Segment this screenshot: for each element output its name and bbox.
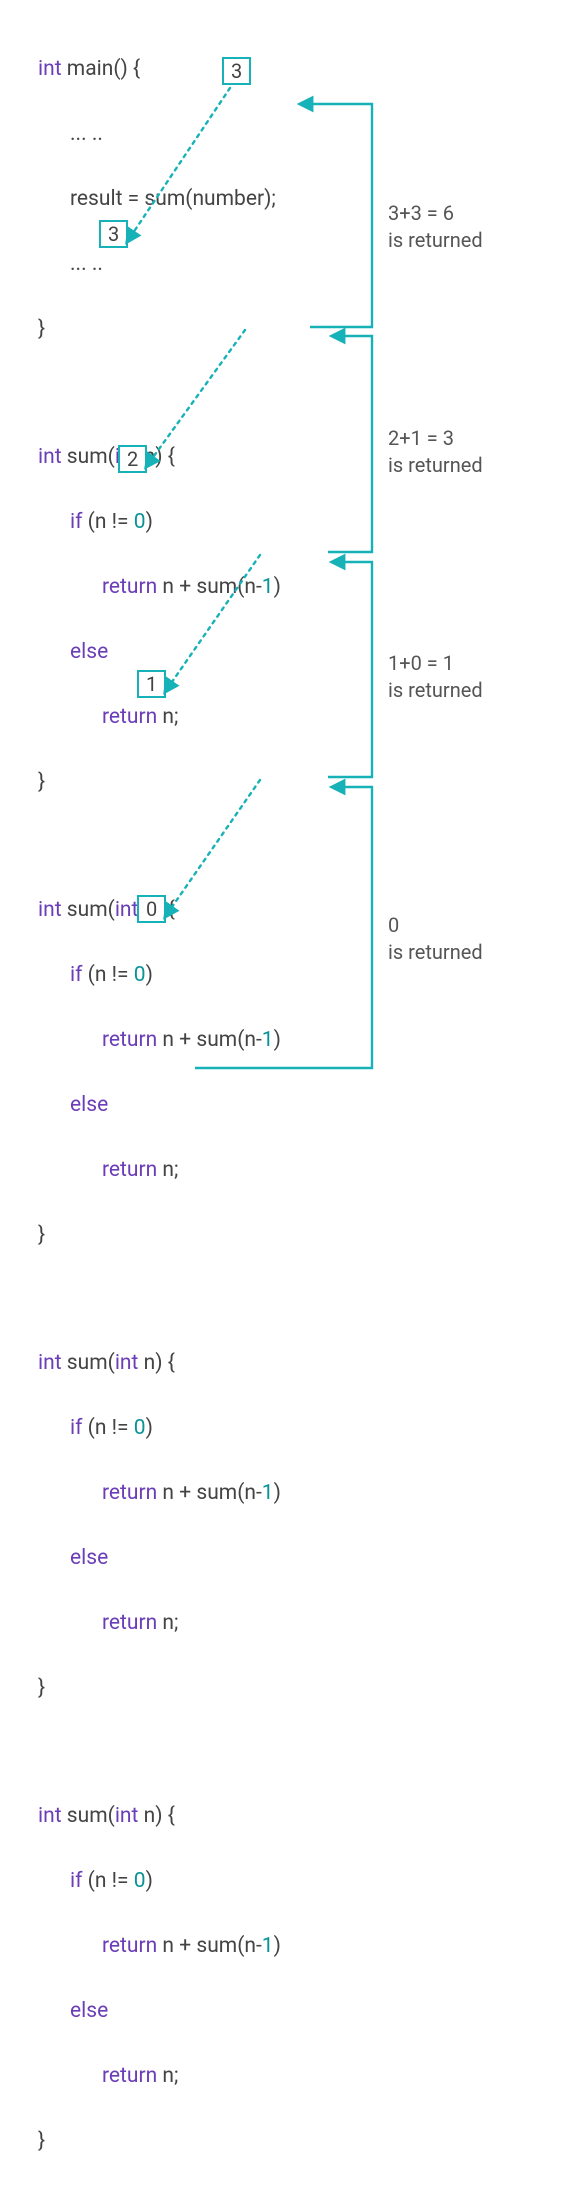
box-top: 3 — [222, 57, 251, 85]
txt-dots2: ... .. — [38, 248, 103, 281]
annotation-3: 1+0 = 1 is returned — [388, 650, 483, 704]
txt-dots: ... .. — [38, 118, 103, 151]
code-sum-3: int sum(int n) { if (n != 0) return n + … — [38, 1314, 571, 1737]
txt-result-lhs: result = — [70, 187, 144, 211]
txt-close-main: } — [38, 317, 45, 341]
kw-int: int — [38, 57, 62, 81]
code-sum-2: int sum(int n) { if (n != 0) return n + … — [38, 861, 571, 1284]
annotation-2: 2+1 = 3 is returned — [388, 425, 483, 479]
code-main: int main() { ... .. result = sum(number)… — [38, 20, 571, 378]
annotation-1: 3+3 = 6 is returned — [388, 200, 483, 254]
txt-result-arg: (number); — [185, 187, 276, 211]
code-sum-4: int sum(int n) { if (n != 0) return n + … — [38, 1767, 571, 2190]
txt-result-rhs: sum — [144, 187, 185, 211]
box-call1: 3 — [99, 220, 128, 248]
box-call3: 1 — [137, 670, 166, 698]
box-call2: 2 — [118, 445, 147, 473]
annotation-4: 0 is returned — [388, 912, 483, 966]
box-call4: 0 — [137, 895, 166, 923]
txt-main: main() { — [67, 57, 140, 81]
